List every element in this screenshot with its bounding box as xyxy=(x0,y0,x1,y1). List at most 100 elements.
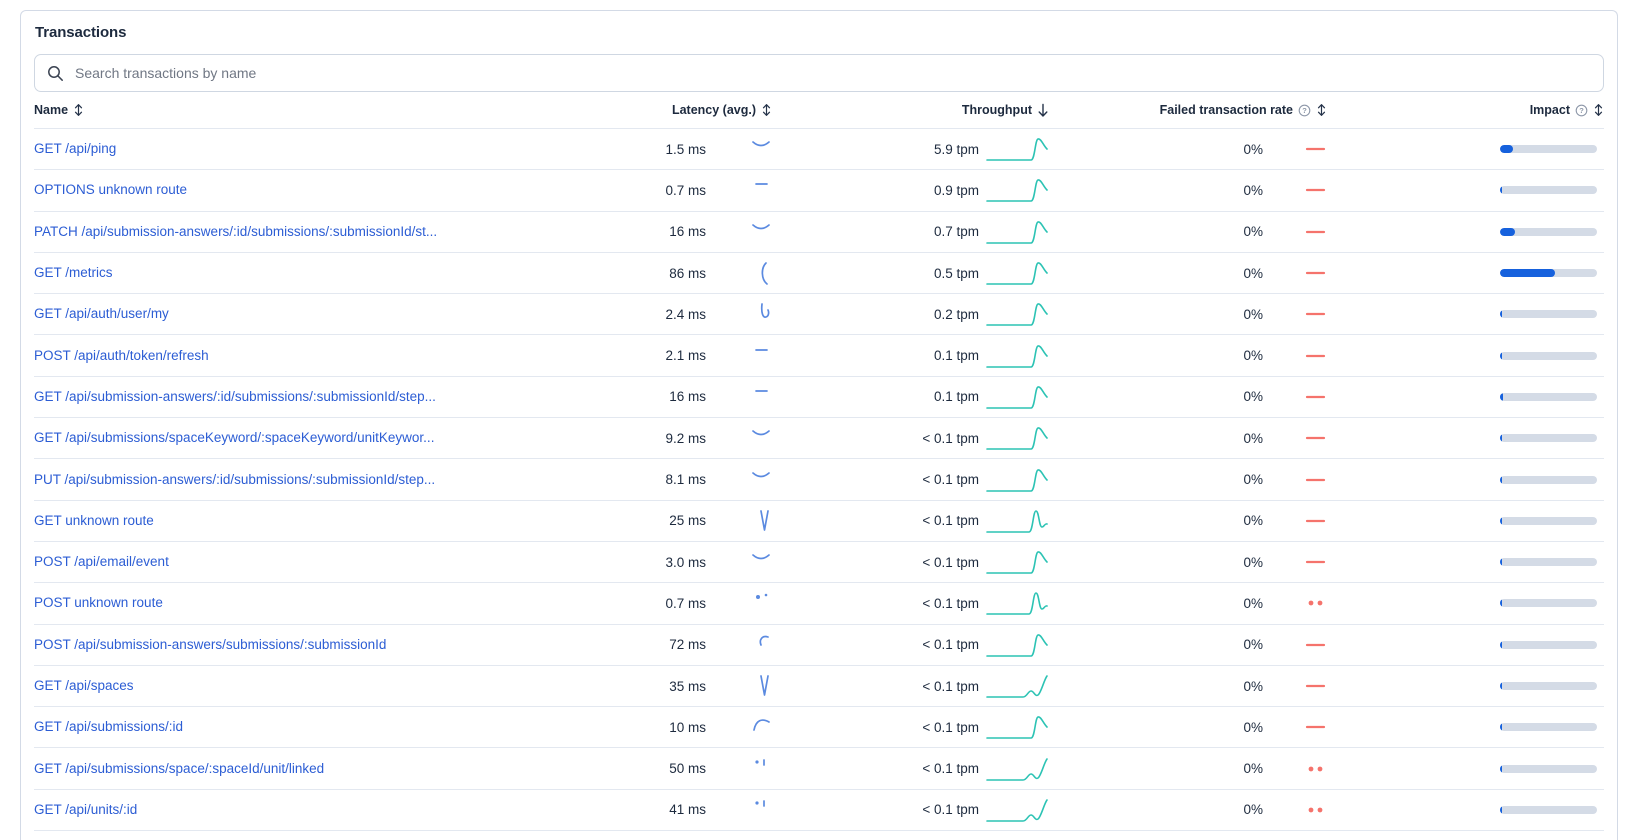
failed-rate-value: 0% xyxy=(1243,265,1263,281)
latency-sparkline xyxy=(755,758,765,766)
failed-rate-cell: 0% xyxy=(1049,425,1327,451)
search-input[interactable] xyxy=(73,64,1591,82)
impact-bar-fill xyxy=(1500,682,1502,690)
table-header-row: Name Latency (avg.) Throughput Failed trans… xyxy=(34,92,1604,129)
throughput-cell: < 0.1 tpm xyxy=(772,549,1049,575)
sort-icon[interactable] xyxy=(73,103,84,117)
transaction-link[interactable]: GET unknown route xyxy=(34,513,154,528)
table-row: GET /api/units/:id 41 ms < 0.1 tpm 0% xyxy=(34,790,1604,832)
failed-rate-value: 0% xyxy=(1243,348,1263,364)
failed-rate-cell: 0% xyxy=(1049,673,1327,699)
latency-cell: 10 ms xyxy=(557,714,772,740)
throughput-value: < 0.1 tpm xyxy=(922,678,979,694)
transaction-link[interactable]: GET /api/submissions/space/:spaceId/unit… xyxy=(34,761,324,776)
column-header-impact[interactable]: Impact? xyxy=(1327,103,1604,117)
transaction-link[interactable]: POST /api/submission-answers/submissions… xyxy=(34,637,386,652)
table-row: POST /api/auth/token/refresh 2.1 ms 0.1 tp… xyxy=(34,335,1604,377)
sort-icon[interactable] xyxy=(1593,103,1604,117)
transaction-link[interactable]: GET /api/submissions/spaceKeyword/:space… xyxy=(34,430,434,445)
latency-sparkline xyxy=(759,635,769,646)
transaction-link[interactable]: GET /api/units/:id xyxy=(34,802,137,817)
transaction-link[interactable]: GET /api/spaces xyxy=(34,678,134,693)
column-header-failed-transaction-rate[interactable]: Failed transaction rate? xyxy=(1049,103,1327,117)
latency-value: 2.4 ms xyxy=(665,306,706,322)
impact-cell xyxy=(1327,434,1604,443)
impact-cell xyxy=(1327,392,1604,401)
transaction-link[interactable]: PATCH /api/submission-answers/:id/submis… xyxy=(34,224,437,239)
name-cell: GET /api/units/:id xyxy=(34,801,557,819)
impact-cell xyxy=(1327,682,1604,690)
impact-bar-fill xyxy=(1500,475,1502,484)
latency-value: 16 ms xyxy=(669,389,706,405)
table-row: OPTIONS unknown route 0.7 ms 0.9 tpm 0% xyxy=(34,170,1604,212)
impact-cell xyxy=(1327,640,1604,649)
impact-bar xyxy=(1500,227,1597,236)
transaction-link[interactable]: GET /api/submissions/:id xyxy=(34,719,183,734)
failed-rate-cell: 0% xyxy=(1049,632,1327,658)
throughput-value: < 0.1 tpm xyxy=(922,595,979,611)
table-row: GET /api/ping 1.5 ms 5.9 tpm 0% xyxy=(34,129,1604,171)
failed-rate-cell: 0% xyxy=(1049,590,1327,616)
failed-rate-value: 0% xyxy=(1243,637,1263,653)
failed-rate-cell: 0% xyxy=(1049,756,1327,782)
latency-cell: 9.2 ms xyxy=(557,425,772,451)
throughput-cell: 0.1 tpm xyxy=(772,384,1049,410)
sort-icon[interactable] xyxy=(1316,103,1327,117)
throughput-sparkline xyxy=(986,633,1048,657)
throughput-value: 0.2 tpm xyxy=(933,306,979,322)
throughput-sparkline xyxy=(986,799,1048,822)
throughput-sparkline xyxy=(986,510,1048,533)
transaction-link[interactable]: POST /api/auth/token/refresh xyxy=(34,348,209,363)
latency-cell: 1.5 ms xyxy=(557,136,772,162)
name-cell: GET /api/submissions/spaceKeyword/:space… xyxy=(34,429,557,447)
impact-bar xyxy=(1500,392,1597,401)
throughput-cell: < 0.1 tpm xyxy=(772,673,1049,699)
transaction-link[interactable]: PUT /api/submission-answers/:id/submissi… xyxy=(34,472,435,487)
throughput-sparkline xyxy=(986,592,1048,616)
throughput-value: 0.1 tpm xyxy=(933,348,979,364)
throughput-cell: 0.9 tpm xyxy=(772,177,1049,203)
latency-sparkline xyxy=(761,262,768,285)
transaction-link[interactable]: GET /api/submission-answers/:id/submissi… xyxy=(34,389,436,404)
column-header-latency-avg[interactable]: Latency (avg.) xyxy=(557,103,772,117)
impact-bar-fill xyxy=(1500,516,1502,525)
latency-cell: 16 ms xyxy=(557,384,772,410)
throughput-cell: < 0.1 tpm xyxy=(772,508,1049,534)
column-header-throughput[interactable]: Throughput xyxy=(772,103,1049,118)
sort-icon[interactable] xyxy=(761,103,772,117)
impact-cell xyxy=(1327,145,1604,154)
transaction-link[interactable]: POST unknown route xyxy=(34,595,163,610)
throughput-cell: < 0.1 tpm xyxy=(772,467,1049,493)
throughput-sparkline xyxy=(986,468,1048,492)
column-header-name[interactable]: Name xyxy=(34,103,557,117)
throughput-cell: 5.9 tpm xyxy=(772,136,1049,162)
sort-desc-icon[interactable] xyxy=(1037,103,1049,118)
latency-sparkline xyxy=(752,430,770,436)
throughput-cell: 0.5 tpm xyxy=(772,260,1049,286)
transaction-link[interactable]: OPTIONS unknown route xyxy=(34,182,187,197)
latency-cell: 86 ms xyxy=(557,260,772,286)
failed-rate-cell: 0% xyxy=(1049,384,1327,410)
column-label: Failed transaction rate xyxy=(1159,103,1293,117)
throughput-sparkline xyxy=(986,344,1048,368)
impact-cell xyxy=(1327,723,1604,732)
failed-rate-cell: 0% xyxy=(1049,549,1327,575)
name-cell: POST unknown route xyxy=(34,594,557,612)
impact-bar-fill xyxy=(1500,269,1556,278)
transaction-link[interactable]: GET /api/ping xyxy=(34,141,116,156)
failed-rate-cell: 0% xyxy=(1049,301,1327,327)
name-cell: PATCH /api/submission-answers/:id/submis… xyxy=(34,223,557,241)
throughput-value: < 0.1 tpm xyxy=(922,802,979,818)
failed-rate-cell: 0% xyxy=(1049,508,1327,534)
transaction-link[interactable]: POST /api/email/event xyxy=(34,554,169,569)
impact-bar xyxy=(1500,269,1597,278)
transaction-link[interactable]: GET /api/auth/user/my xyxy=(34,306,169,321)
latency-value: 2.1 ms xyxy=(665,348,706,364)
latency-value: 25 ms xyxy=(669,513,706,529)
latency-value: 3.0 ms xyxy=(665,554,706,570)
question-in-circle-icon[interactable]: ? xyxy=(1575,104,1588,117)
transaction-link[interactable]: GET /metrics xyxy=(34,265,113,280)
throughput-value: 0.9 tpm xyxy=(933,182,979,198)
question-in-circle-icon[interactable]: ? xyxy=(1298,104,1311,117)
impact-cell xyxy=(1327,310,1604,319)
